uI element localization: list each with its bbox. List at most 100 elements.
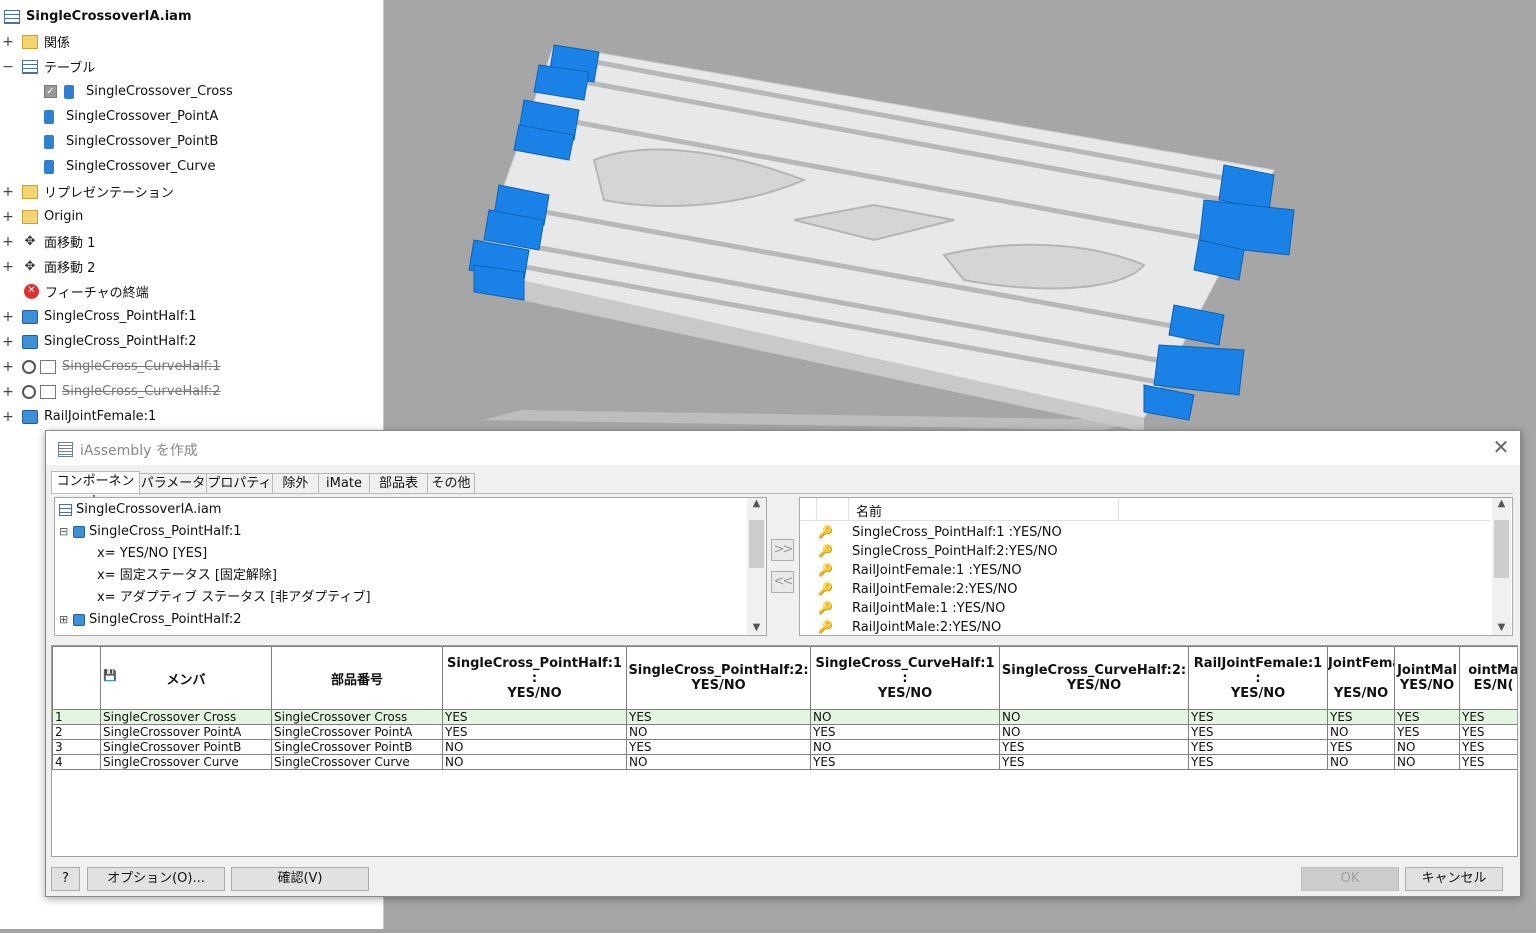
expand-icon[interactable]: + <box>0 359 16 375</box>
table-cell[interactable]: NO <box>442 754 627 770</box>
column-header-pointhalf-2[interactable]: SingleCross_PointHalf:2: YES/NO <box>626 646 811 710</box>
list-item[interactable]: 🔑 RailJointMale:1 :YES/NO <box>800 599 1005 618</box>
collapse-icon[interactable]: − <box>0 59 16 75</box>
list-item[interactable]: 🔑 RailJointMale:2:YES/NO <box>800 618 1001 635</box>
browser-item-pointhalf-1[interactable]: + SingleCross_PointHalf:1 <box>0 304 196 329</box>
tab-exclude[interactable]: 除外 <box>272 473 319 494</box>
list-item[interactable]: 🔑 RailJointFemale:1 :YES/NO <box>800 561 1022 580</box>
tree-param-adaptive[interactable]: x= アダプティブ ステータス [非アダプティブ] <box>97 587 371 609</box>
browser-member-pointb[interactable]: SingleCrossover_PointB <box>44 129 218 154</box>
table-cell[interactable]: YES <box>1459 709 1517 725</box>
table-cell[interactable]: YES <box>1327 709 1395 725</box>
tab-imate[interactable]: iMate <box>318 473 370 494</box>
table-cell[interactable]: NO <box>626 754 811 770</box>
table-row[interactable]: 3 SingleCrossover PointB SingleCrossover… <box>52 739 1517 755</box>
tree-node-pointhalf-2[interactable]: ⊞ SingleCross_PointHalf:2 <box>59 609 242 631</box>
table-cell[interactable]: YES <box>810 754 1000 770</box>
table-cell[interactable]: YES <box>1459 724 1517 740</box>
tab-other[interactable]: その他 <box>427 473 475 494</box>
dialog-titlebar[interactable]: iAssembly を作成 ✕ <box>46 431 1520 465</box>
expand-icon[interactable]: + <box>0 209 16 225</box>
browser-item-pointhalf-2[interactable]: + SingleCross_PointHalf:2 <box>0 329 196 354</box>
table-cell[interactable]: YES <box>1459 739 1517 755</box>
tree-scrollbar[interactable]: ▲ ▼ <box>747 498 766 635</box>
column-name-header[interactable]: 名前 <box>856 501 882 520</box>
cell-member[interactable]: SingleCrossover Cross <box>100 709 272 725</box>
cell-part-number[interactable]: SingleCrossover PointA <box>271 724 443 740</box>
selected-parameters-list[interactable]: 名前 🔑 SingleCross_PointHalf:1 :YES/NO 🔑 Sin… <box>799 497 1513 636</box>
cell-member[interactable]: SingleCrossover Curve <box>100 754 272 770</box>
table-cell[interactable]: YES <box>442 709 627 725</box>
column-header-railjointfemale-2[interactable]: JointFema YES/NO <box>1327 646 1395 710</box>
table-cell[interactable]: YES <box>1188 724 1328 740</box>
table-cell[interactable]: YES <box>1327 739 1395 755</box>
list-item[interactable]: 🔑 SingleCross_PointHalf:1 :YES/NO <box>800 523 1062 542</box>
cancel-button[interactable]: キャンセル <box>1405 867 1503 891</box>
close-icon[interactable]: ✕ <box>1490 437 1512 459</box>
column-header-part-number[interactable]: 部品番号 <box>271 646 443 710</box>
table-cell[interactable]: YES <box>1188 754 1328 770</box>
tab-bom[interactable]: 部品表 <box>369 473 428 494</box>
tab-properties[interactable]: プロパティ <box>206 473 273 494</box>
list-scrollbar[interactable]: ▲ ▼ <box>1492 498 1511 635</box>
browser-item-end-of-features[interactable]: ✕ フィーチャの終端 <box>24 279 149 304</box>
table-cell[interactable]: NO <box>442 739 627 755</box>
table-cell[interactable]: YES <box>442 724 627 740</box>
list-item[interactable]: 🔑 SingleCross_PointHalf:2:YES/NO <box>800 542 1058 561</box>
cell-part-number[interactable]: SingleCrossover PointB <box>271 739 443 755</box>
verify-button[interactable]: 確認(V) <box>231 867 369 891</box>
help-button[interactable]: ? <box>51 867 80 891</box>
scroll-thumb[interactable] <box>749 520 764 568</box>
table-cell[interactable]: YES <box>1188 709 1328 725</box>
table-cell[interactable]: YES <box>1394 709 1460 725</box>
table-cell[interactable]: YES <box>999 754 1189 770</box>
cell-part-number[interactable]: SingleCrossover Cross <box>271 709 443 725</box>
browser-item-face-move-1[interactable]: + ✥ 面移動 1 <box>0 229 95 254</box>
table-cell[interactable]: YES <box>1459 754 1517 770</box>
table-row[interactable]: 1 SingleCrossover Cross SingleCrossover … <box>52 709 1517 725</box>
table-cell[interactable]: NO <box>1327 724 1395 740</box>
scroll-down-icon[interactable]: ▼ <box>747 622 766 633</box>
cell-member[interactable]: SingleCrossover PointB <box>100 739 272 755</box>
table-cell[interactable]: YES <box>810 724 1000 740</box>
scroll-down-icon[interactable]: ▼ <box>1492 622 1511 633</box>
browser-root[interactable]: SingleCrossoverIA.iam <box>4 4 192 29</box>
table-cell[interactable]: YES <box>999 739 1189 755</box>
browser-member-cross[interactable]: ✓ SingleCrossover_Cross <box>44 79 233 104</box>
column-header-railjointmale-2[interactable]: ointMa ES/N( <box>1459 646 1517 710</box>
options-button[interactable]: オプション(O)... <box>87 867 225 891</box>
row-number[interactable]: 3 <box>52 739 101 755</box>
column-header-railjointmale-1[interactable]: JointMal YES/NO <box>1394 646 1460 710</box>
expand-icon[interactable]: + <box>0 334 16 350</box>
expand-icon[interactable]: + <box>0 384 16 400</box>
expand-icon[interactable]: ⊞ <box>59 609 73 631</box>
list-item[interactable]: 🔑 RailJointFemale:2:YES/NO <box>800 580 1017 599</box>
browser-item-origin[interactable]: + Origin <box>0 204 83 229</box>
browser-item-railjointfemale-1[interactable]: + RailJointFemale:1 <box>0 404 156 429</box>
scroll-up-icon[interactable]: ▲ <box>1492 498 1511 509</box>
scroll-up-icon[interactable]: ▲ <box>747 498 766 509</box>
column-header-curvehalf-2[interactable]: SingleCross_CurveHalf:2: YES/NO <box>999 646 1189 710</box>
browser-item-table[interactable]: − テーブル <box>0 54 95 79</box>
tab-components[interactable]: コンポーネント <box>51 471 140 509</box>
table-cell[interactable]: NO <box>626 724 811 740</box>
table-cell[interactable]: NO <box>999 709 1189 725</box>
table-cell[interactable]: NO <box>1327 754 1395 770</box>
tree-param-yesno[interactable]: x= YES/NO [YES] <box>97 543 207 565</box>
table-cell[interactable]: YES <box>1394 724 1460 740</box>
browser-item-relations[interactable]: + 関係 <box>0 29 70 54</box>
browser-item-curvehalf-1[interactable]: + SingleCross_CurveHalf:1 <box>0 354 220 379</box>
ok-button[interactable]: OK <box>1301 867 1399 891</box>
browser-item-representations[interactable]: + リプレゼンテーション <box>0 179 174 204</box>
tree-node-pointhalf-1[interactable]: ⊟ SingleCross_PointHalf:1 <box>59 521 242 543</box>
cell-member[interactable]: SingleCrossover PointA <box>100 724 272 740</box>
table-cell[interactable]: NO <box>810 709 1000 725</box>
column-header-curvehalf-1[interactable]: SingleCross_CurveHalf:1 : YES/NO <box>810 646 1000 710</box>
scroll-thumb[interactable] <box>1494 520 1509 578</box>
browser-item-curvehalf-2[interactable]: + SingleCross_CurveHalf:2 <box>0 379 220 404</box>
table-row[interactable]: 2 SingleCrossover PointA SingleCrossover… <box>52 724 1517 740</box>
remove-parameter-button[interactable]: << <box>771 571 794 593</box>
table-cell[interactable]: YES <box>1188 739 1328 755</box>
browser-item-face-move-2[interactable]: + ✥ 面移動 2 <box>0 254 95 279</box>
tab-parameters[interactable]: パラメータ <box>139 473 207 494</box>
